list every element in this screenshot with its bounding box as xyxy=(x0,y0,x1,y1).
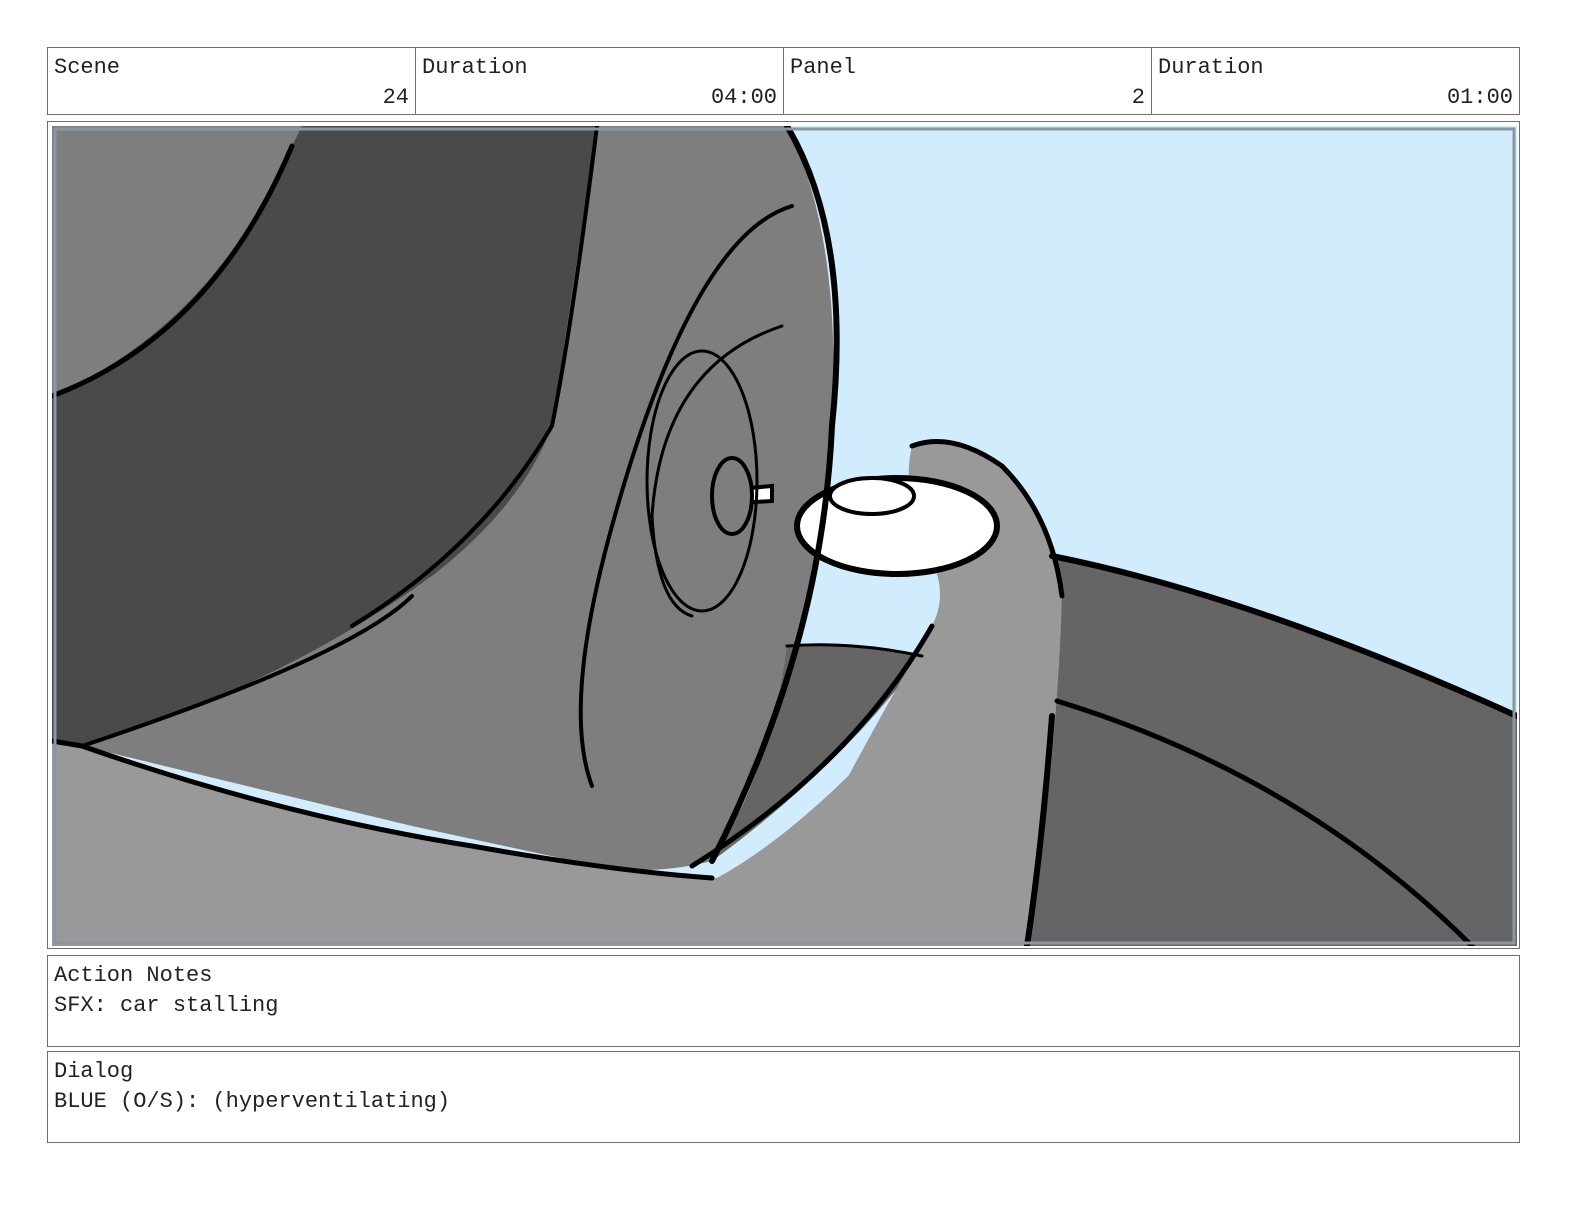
scene-number: 24 xyxy=(382,85,409,110)
action-notes-label: Action Notes xyxy=(54,963,213,988)
action-notes-text: SFX: car stalling xyxy=(54,993,279,1018)
panel-number: 2 xyxy=(1131,85,1145,110)
panel-drawing xyxy=(52,126,1517,946)
scene-duration-label: Duration xyxy=(422,55,528,80)
panel-header: Scene 24 Duration 04:00 Panel 2 Duration… xyxy=(47,47,1520,115)
panel-label: Panel xyxy=(790,55,857,80)
panel-cell: Panel 2 xyxy=(784,48,1152,114)
dialog-box: Dialog BLUE (O/S): (hyperventilating) xyxy=(47,1051,1520,1143)
dialog-label: Dialog xyxy=(54,1059,134,1084)
panel-duration-value: 01:00 xyxy=(1446,85,1513,110)
dialog-text: BLUE (O/S): (hyperventilating) xyxy=(54,1089,451,1114)
scene-duration-cell: Duration 04:00 xyxy=(416,48,784,114)
ignition-ring-inner xyxy=(710,456,754,536)
storyboard-panel xyxy=(47,121,1520,949)
action-notes-box: Action Notes SFX: car stalling xyxy=(47,955,1520,1047)
panel-duration-label: Duration xyxy=(1158,55,1264,80)
scene-duration-value: 04:00 xyxy=(710,85,777,110)
key-fob-button xyxy=(828,476,916,516)
scene-cell: Scene 24 xyxy=(48,48,416,114)
panel-duration-cell: Duration 01:00 xyxy=(1152,48,1519,114)
scene-label: Scene xyxy=(54,55,121,80)
